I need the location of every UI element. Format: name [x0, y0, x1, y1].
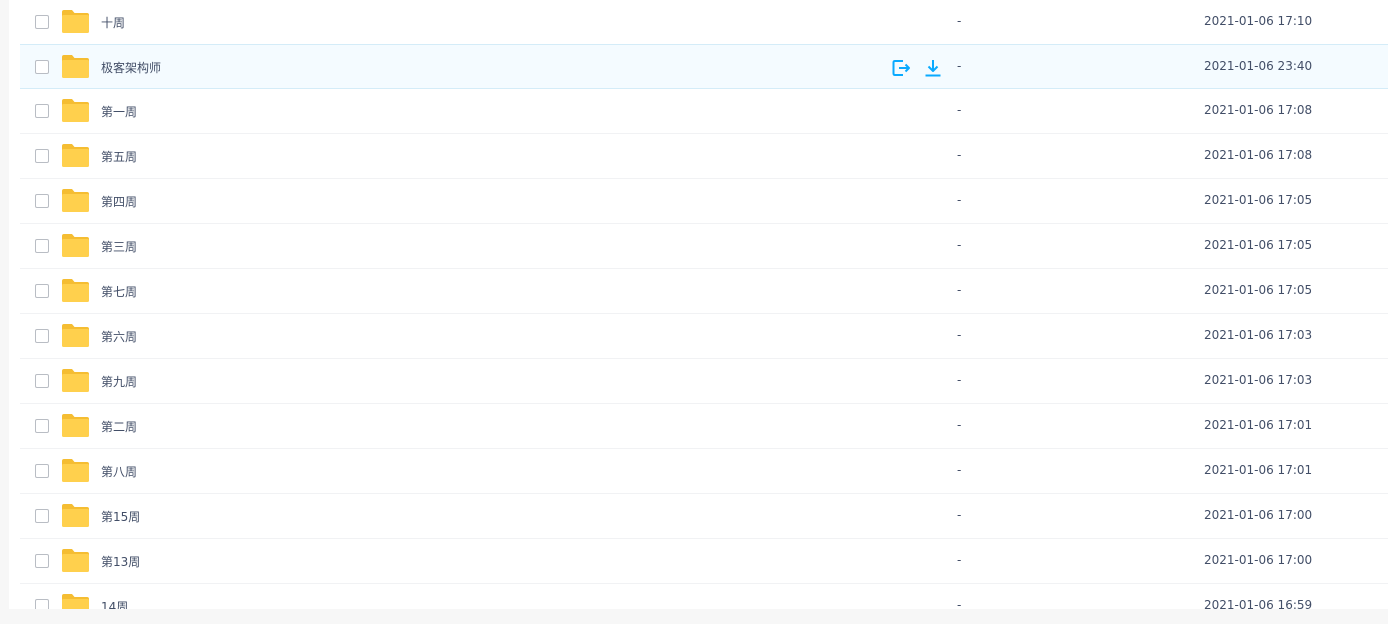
- file-name[interactable]: 第八周: [101, 463, 137, 480]
- folder-icon: [62, 594, 89, 609]
- file-row[interactable]: 第13周 - 2021-01-06 17:00: [20, 539, 1388, 584]
- file-size: -: [957, 373, 962, 387]
- row-checkbox[interactable]: [35, 464, 49, 478]
- row-checkbox[interactable]: [35, 374, 49, 388]
- file-modified-date: 2021-01-06 17:05: [1204, 238, 1313, 252]
- file-row[interactable]: 第九周 - 2021-01-06 17:03: [20, 359, 1388, 404]
- file-list: 十周 - 2021-01-06 17:10 极客架构师 - 2021-01-06…: [20, 0, 1388, 609]
- file-row[interactable]: 第六周 - 2021-01-06 17:03: [20, 314, 1388, 359]
- folder-icon: [62, 10, 89, 33]
- folder-icon: [62, 504, 89, 527]
- share-button[interactable]: [890, 57, 912, 79]
- file-size: -: [957, 103, 962, 117]
- download-button[interactable]: [922, 57, 944, 79]
- share-icon: [892, 60, 910, 76]
- file-modified-date: 2021-01-06 23:40: [1204, 59, 1313, 73]
- file-row[interactable]: 14周 - 2021-01-06 16:59: [20, 584, 1388, 609]
- file-row[interactable]: 第15周 - 2021-01-06 17:00: [20, 494, 1388, 539]
- row-checkbox[interactable]: [35, 104, 49, 118]
- folder-icon: [62, 234, 89, 257]
- file-row[interactable]: 十周 - 2021-01-06 17:10: [20, 0, 1388, 45]
- row-checkbox[interactable]: [35, 239, 49, 253]
- folder-icon: [62, 99, 89, 122]
- file-size: -: [957, 508, 962, 522]
- file-name[interactable]: 第13周: [101, 553, 140, 570]
- file-size: -: [957, 148, 962, 162]
- folder-icon: [62, 549, 89, 572]
- file-row[interactable]: 第五周 - 2021-01-06 17:08: [20, 134, 1388, 179]
- row-checkbox[interactable]: [35, 554, 49, 568]
- folder-icon: [62, 459, 89, 482]
- file-size: -: [957, 193, 962, 207]
- file-row[interactable]: 第一周 - 2021-01-06 17:08: [20, 89, 1388, 134]
- file-name[interactable]: 第六周: [101, 328, 137, 345]
- file-row[interactable]: 极客架构师 - 2021-01-06 23:40: [20, 44, 1388, 89]
- file-size: -: [957, 238, 962, 252]
- row-checkbox[interactable]: [35, 599, 49, 609]
- row-checkbox[interactable]: [35, 149, 49, 163]
- row-checkbox[interactable]: [35, 329, 49, 343]
- row-checkbox[interactable]: [35, 284, 49, 298]
- file-name[interactable]: 第七周: [101, 283, 137, 300]
- file-size: -: [957, 328, 962, 342]
- folder-icon: [62, 55, 89, 78]
- file-row[interactable]: 第七周 - 2021-01-06 17:05: [20, 269, 1388, 314]
- file-name[interactable]: 十周: [101, 14, 125, 31]
- file-size: -: [957, 463, 962, 477]
- file-name[interactable]: 14周: [101, 598, 128, 609]
- file-modified-date: 2021-01-06 17:01: [1204, 418, 1313, 432]
- row-checkbox[interactable]: [35, 60, 49, 74]
- file-size: -: [957, 418, 962, 432]
- file-name[interactable]: 第二周: [101, 418, 137, 435]
- file-modified-date: 2021-01-06 17:08: [1204, 103, 1313, 117]
- file-name[interactable]: 第四周: [101, 193, 137, 210]
- folder-icon: [62, 144, 89, 167]
- file-row[interactable]: 第四周 - 2021-01-06 17:05: [20, 179, 1388, 224]
- file-modified-date: 2021-01-06 17:08: [1204, 148, 1313, 162]
- folder-icon: [62, 324, 89, 347]
- row-checkbox[interactable]: [35, 194, 49, 208]
- file-modified-date: 2021-01-06 17:00: [1204, 508, 1313, 522]
- folder-icon: [62, 369, 89, 392]
- row-checkbox[interactable]: [35, 15, 49, 29]
- file-name[interactable]: 第一周: [101, 103, 137, 120]
- file-size: -: [957, 283, 962, 297]
- file-size: -: [957, 59, 962, 73]
- download-icon: [925, 60, 941, 77]
- file-row[interactable]: 第三周 - 2021-01-06 17:05: [20, 224, 1388, 269]
- file-modified-date: 2021-01-06 17:00: [1204, 553, 1313, 567]
- file-size: -: [957, 553, 962, 567]
- file-row[interactable]: 第八周 - 2021-01-06 17:01: [20, 449, 1388, 494]
- file-name[interactable]: 极客架构师: [101, 59, 161, 76]
- folder-icon: [62, 279, 89, 302]
- folder-icon: [62, 189, 89, 212]
- row-checkbox[interactable]: [35, 509, 49, 523]
- file-modified-date: 2021-01-06 17:03: [1204, 328, 1313, 342]
- file-name[interactable]: 第三周: [101, 238, 137, 255]
- file-name[interactable]: 第15周: [101, 508, 140, 525]
- file-modified-date: 2021-01-06 17:01: [1204, 463, 1313, 477]
- file-modified-date: 2021-01-06 17:03: [1204, 373, 1313, 387]
- folder-icon: [62, 414, 89, 437]
- file-size: -: [957, 598, 962, 609]
- file-modified-date: 2021-01-06 16:59: [1204, 598, 1313, 609]
- file-modified-date: 2021-01-06 17:05: [1204, 193, 1313, 207]
- file-name[interactable]: 第九周: [101, 373, 137, 390]
- row-checkbox[interactable]: [35, 419, 49, 433]
- file-list-panel: 十周 - 2021-01-06 17:10 极客架构师 - 2021-01-06…: [9, 0, 1388, 609]
- file-modified-date: 2021-01-06 17:05: [1204, 283, 1313, 297]
- file-modified-date: 2021-01-06 17:10: [1204, 14, 1313, 28]
- file-size: -: [957, 14, 962, 28]
- file-row[interactable]: 第二周 - 2021-01-06 17:01: [20, 404, 1388, 449]
- file-name[interactable]: 第五周: [101, 148, 137, 165]
